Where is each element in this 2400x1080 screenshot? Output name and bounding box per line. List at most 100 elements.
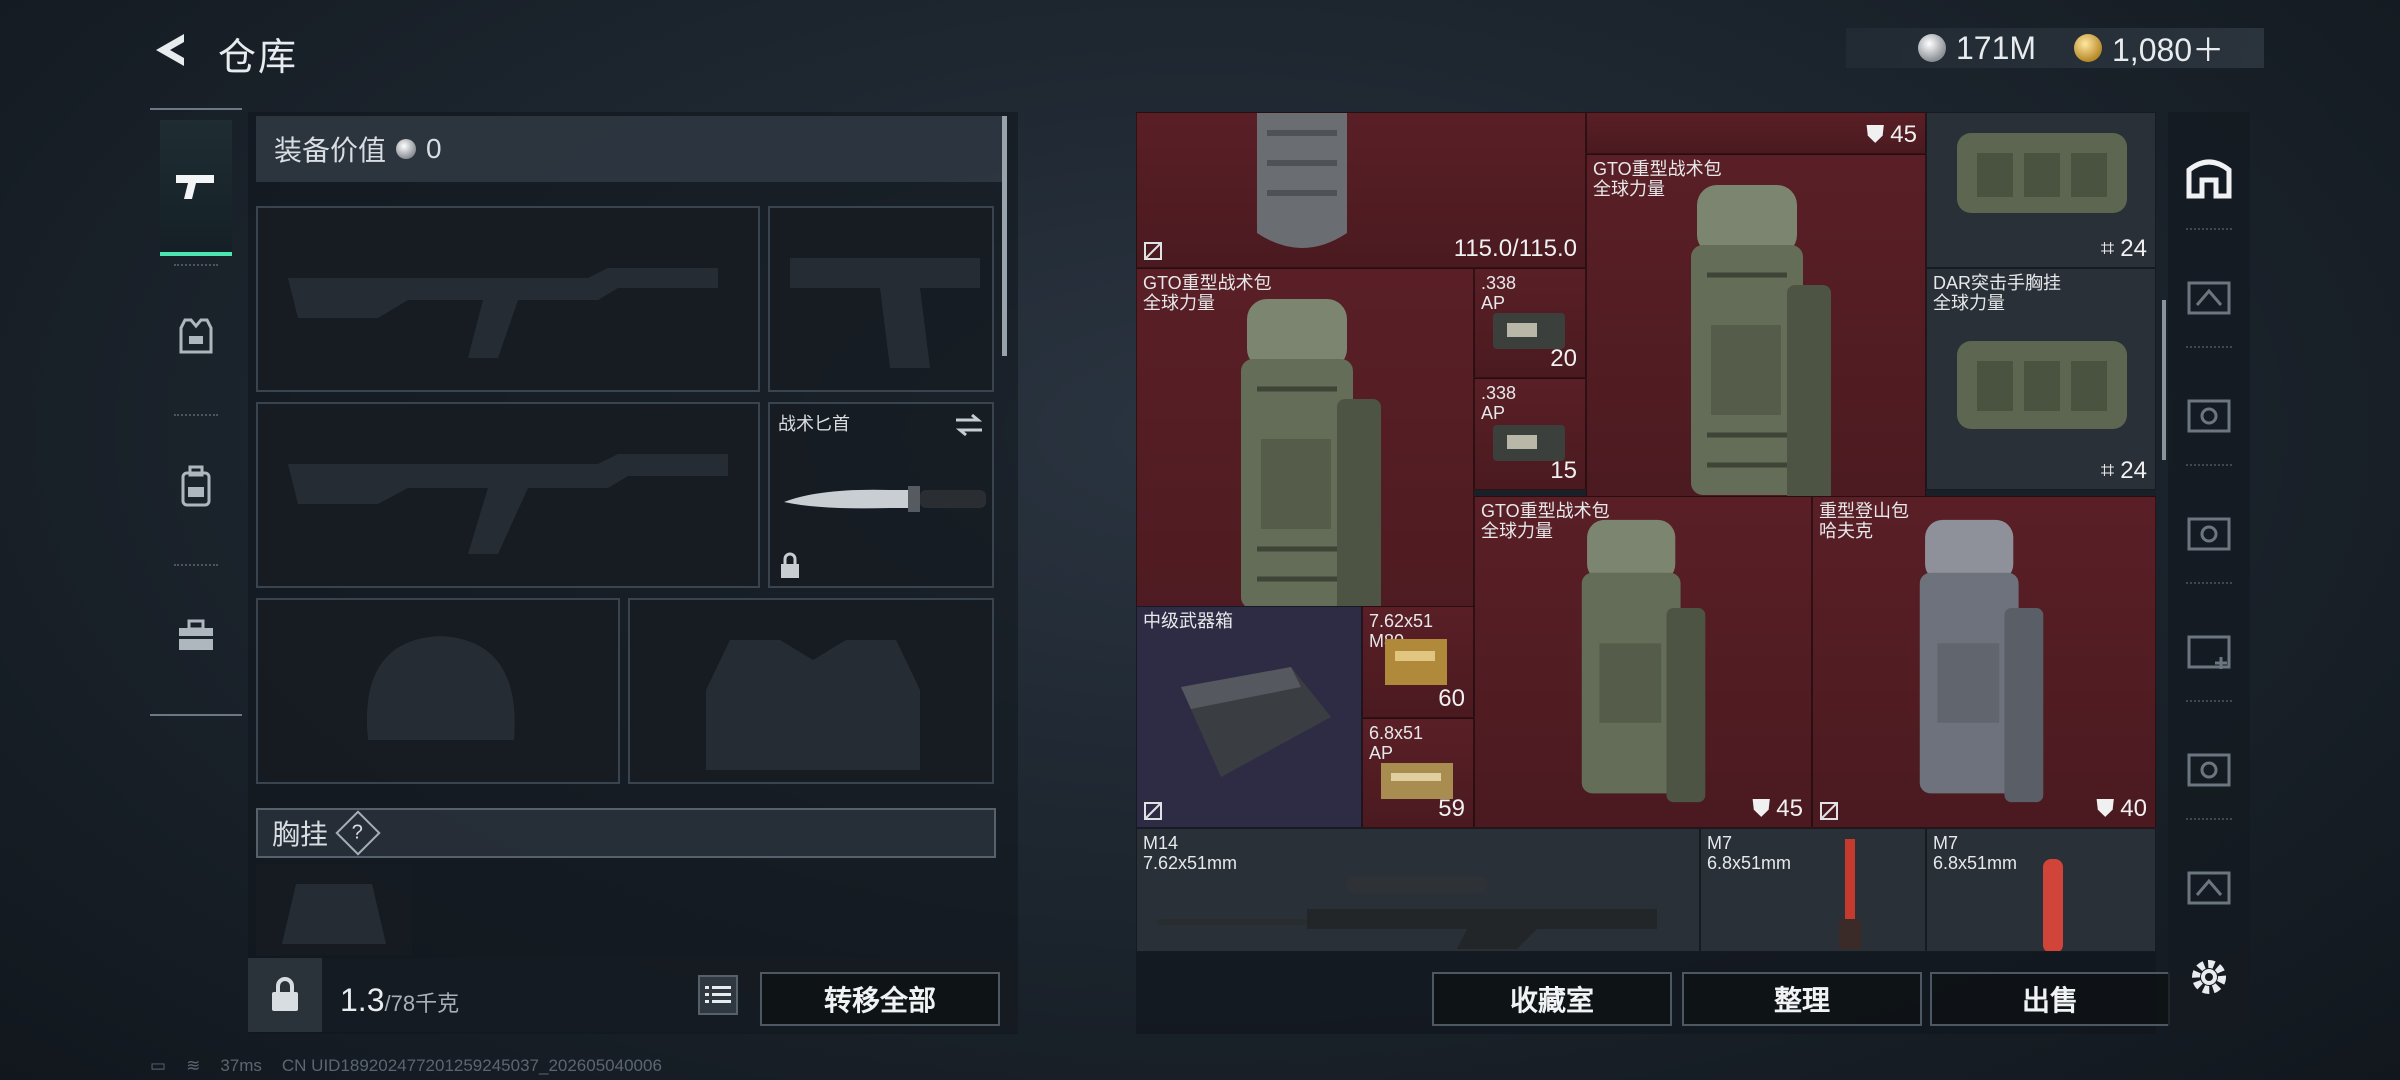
storage-item[interactable]: 中级武器箱 <box>1136 606 1362 828</box>
tab-backpack[interactable] <box>160 420 232 552</box>
knife-slot[interactable]: 战术匕首 <box>768 402 994 588</box>
storage-item[interactable]: GTO重型战术包 全球力量 ⛊45 <box>1474 496 1812 828</box>
storage-scrollbar[interactable] <box>2162 300 2166 460</box>
item-durability: 115.0/115.0 <box>1453 235 1577 262</box>
help-icon[interactable]: ? <box>335 810 381 856</box>
storage-page-2-button[interactable] <box>2178 264 2240 326</box>
toolbox-icon <box>179 619 213 650</box>
primary-weapon-slot[interactable] <box>256 206 760 392</box>
storage-add-page-icon <box>2187 635 2231 669</box>
backpack-icon <box>181 465 211 507</box>
weight-icon: ⛊ <box>2096 795 2115 822</box>
storage-icon <box>2186 159 2232 199</box>
no-bag-icon <box>1820 802 1838 820</box>
chest-rig-slot[interactable] <box>256 864 412 956</box>
pistol-slot[interactable] <box>768 206 994 392</box>
carry-weight: 1.3/78千克 <box>340 982 460 1018</box>
storage-item[interactable]: ⌗ 24 <box>1926 112 2156 268</box>
rifle-image <box>2043 859 2063 951</box>
wifi-icon: ≋ <box>186 1056 201 1075</box>
storage-page-icon <box>2187 871 2231 905</box>
pistol-silhouette-icon <box>790 258 980 368</box>
storage-item[interactable]: .338 AP 15 <box>1474 378 1586 490</box>
storage-page-icon <box>2187 399 2231 433</box>
storage-page-icon <box>2187 281 2231 315</box>
knife-image <box>784 486 986 512</box>
storage-page-4-button[interactable] <box>2178 500 2240 562</box>
tab-weapons[interactable] <box>160 120 232 256</box>
item-name: M7 6.8x51mm <box>1707 833 1792 873</box>
storage-item[interactable]: 重型登山包 哈夫克 ⛊ 40 <box>1812 496 2156 828</box>
rifle-image <box>1839 839 1861 949</box>
weapon-case-image <box>1181 667 1331 777</box>
backpack-image <box>1581 519 1706 803</box>
back-arrow-icon[interactable] <box>148 28 192 72</box>
backpack-image <box>1919 519 2044 803</box>
swap-icon[interactable] <box>954 412 984 438</box>
item-name: .338 AP <box>1481 383 1517 423</box>
weight-icon: ⛊ <box>1752 795 1771 822</box>
storage-page-3-button[interactable] <box>2178 382 2240 444</box>
item-name: M7 6.8x51mm <box>1933 833 2018 873</box>
category-tabs <box>150 108 242 716</box>
tab-armor[interactable] <box>160 270 232 402</box>
no-bag-icon <box>1144 242 1162 260</box>
armor-silhouette-icon <box>706 640 920 770</box>
storage-item[interactable]: GTO重型战术包 全球力量 ⛊45 <box>1586 154 1926 534</box>
list-icon <box>705 986 731 1003</box>
knife-slot-label: 战术匕首 <box>778 414 850 434</box>
helmet-silhouette-icon <box>366 636 515 740</box>
storage-item[interactable]: M7 6.8x51mm <box>1926 828 2156 952</box>
vest-icon <box>179 318 213 354</box>
pistol-icon <box>176 175 214 199</box>
storage-item[interactable]: 6.8x51 AP 59 <box>1362 718 1474 828</box>
uid: CN UID18920247720125924503​7_20260504000… <box>281 1056 662 1075</box>
storage-main-button[interactable] <box>2178 146 2240 208</box>
grid-icon: ⌗ <box>2100 457 2115 484</box>
list-view-button[interactable] <box>698 975 738 1015</box>
secondary-weapon-slot[interactable] <box>256 402 760 588</box>
equipment-scrollbar[interactable] <box>1002 116 1007 356</box>
transfer-all-button[interactable]: 转移全部 <box>760 972 1000 1026</box>
chest-rig-label: 胸挂 <box>272 819 329 850</box>
storage-item[interactable]: 115.0/115.0 <box>1136 112 1586 268</box>
settings-button[interactable] <box>2178 946 2240 1008</box>
armor-slot[interactable] <box>628 598 994 784</box>
gold-coin-icon <box>2074 34 2102 62</box>
gold-amount[interactable]: 1,080＋ <box>2112 25 2224 71</box>
storage-page-6-button[interactable] <box>2178 736 2240 798</box>
silver-coin-icon <box>396 139 417 159</box>
storage-item[interactable]: DAR突击手胸挂 全球力量 ⌗ 24 <box>1926 268 2156 490</box>
storage-page-7-button[interactable] <box>2178 854 2240 916</box>
item-name: 中级武器箱 <box>1143 611 1233 631</box>
storage-page-icon <box>2187 753 2231 787</box>
rifle-silhouette-icon <box>288 454 728 554</box>
lock-button[interactable] <box>248 958 322 1032</box>
collection-room-button[interactable]: 收藏室 <box>1432 972 1672 1026</box>
currency-bar: 171M 1,080＋ <box>1846 28 2264 68</box>
page-title: 仓库 <box>218 37 299 79</box>
storage-page-icon <box>2187 517 2231 551</box>
sort-button[interactable]: 整理 <box>1682 972 1922 1026</box>
chest-rig-image <box>1957 341 2127 429</box>
sell-button[interactable]: 出售 <box>1930 972 2170 1026</box>
no-bag-icon <box>1144 802 1162 820</box>
storage-page-5-button[interactable] <box>2178 618 2240 680</box>
ping: 37ms <box>220 1056 262 1075</box>
chest-rig-header: 胸挂 ? <box>256 808 996 858</box>
item-name: 重型登山包 哈夫克 <box>1819 501 1909 541</box>
storage-item[interactable]: M7 6.8x51mm <box>1700 828 1926 952</box>
storage-item[interactable]: ⛊ 45 <box>1586 112 1926 154</box>
chest-rig-silhouette-icon <box>282 884 386 944</box>
backpack-image <box>1241 299 1381 619</box>
vest-image <box>1257 113 1347 248</box>
tab-supplies[interactable] <box>160 570 232 702</box>
padlock-icon <box>272 977 298 1011</box>
helmet-slot[interactable] <box>256 598 620 784</box>
storage-item[interactable]: 7.62x51 M80 60 <box>1362 606 1474 718</box>
rifle-silhouette-icon <box>288 268 718 358</box>
grid-icon: ⌗ <box>2100 235 2115 262</box>
storage-item[interactable]: M14 7.62x51mm <box>1136 828 1700 952</box>
storage-item[interactable]: .338 AP 20 <box>1474 268 1586 378</box>
weight-icon: ⛊ <box>1866 121 1885 148</box>
